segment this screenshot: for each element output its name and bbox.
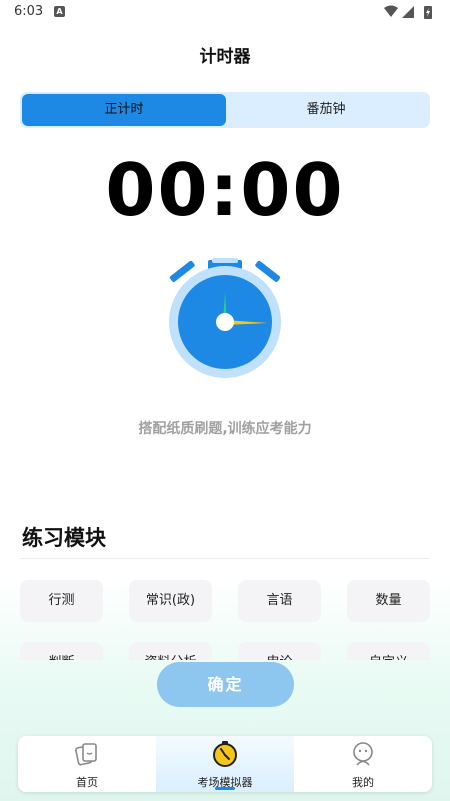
tab-home-label: 首页 (76, 776, 98, 789)
module-custom[interactable]: 自定义 (347, 642, 430, 660)
timer-mode-segment: 正计时 番茄钟 (20, 92, 430, 128)
tab-pomodoro[interactable]: 番茄钟 (224, 94, 428, 126)
profile-icon (353, 742, 373, 766)
tab-mine-label: 我的 (352, 776, 374, 789)
practice-section-title: 练习模块 (22, 526, 106, 550)
timer-display: 00:00 (105, 148, 345, 232)
notification-icon: A (54, 6, 65, 17)
signal-icon (402, 6, 414, 18)
tab-count-up[interactable]: 正计时 (22, 94, 226, 126)
practice-modules: 行测 常识(政) 言语 数量 判断 资料分析 申论 自定义 (20, 580, 430, 660)
stopwatch-tab-icon (213, 741, 237, 767)
tab-mine[interactable]: 我的 (294, 736, 432, 792)
module-ziliao[interactable]: 资料分析 (129, 642, 212, 660)
section-divider (20, 558, 430, 559)
active-tab-indicator (215, 787, 235, 790)
module-shenlun[interactable]: 申论 (238, 642, 321, 660)
tab-exam-simulator[interactable]: 考场模拟器 (156, 736, 294, 792)
module-xingce[interactable]: 行测 (20, 580, 103, 622)
confirm-button[interactable]: 确定 (157, 662, 294, 707)
status-bar: 6:03 A (0, 0, 450, 26)
module-changshi[interactable]: 常识(政) (129, 580, 212, 622)
stopwatch-icon[interactable] (160, 254, 290, 384)
status-icons (384, 5, 432, 19)
stopwatch-center (216, 313, 234, 331)
training-hint: 搭配纸质刷题,训练应考能力 (138, 421, 312, 437)
module-panduan[interactable]: 判断 (20, 642, 103, 660)
wifi-icon (384, 5, 398, 17)
page-title: 计时器 (199, 47, 251, 67)
tab-home[interactable]: 首页 (18, 736, 156, 792)
cards-icon (75, 743, 97, 766)
status-time: 6:03 (14, 4, 44, 19)
module-shuliang[interactable]: 数量 (347, 580, 430, 622)
module-yanyu[interactable]: 言语 (238, 580, 321, 622)
bottom-tab-bar: 首页 考场模拟器 我的 (18, 736, 432, 792)
